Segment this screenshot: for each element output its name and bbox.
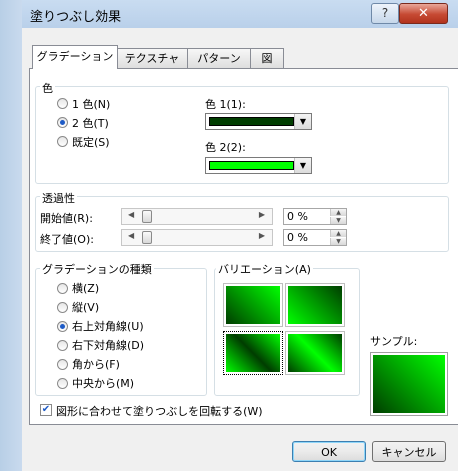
tab-pattern[interactable]: パターン bbox=[187, 48, 251, 68]
tab-texture[interactable]: テクスチャ bbox=[116, 48, 188, 68]
colors-group-label: 色 bbox=[40, 80, 55, 96]
color1-swatch bbox=[209, 117, 294, 126]
radio-from-center-label[interactable]: 中央から(M) bbox=[72, 375, 134, 391]
variation-cell-2[interactable] bbox=[285, 283, 345, 327]
spin-up-icon[interactable]: ▲ bbox=[330, 230, 346, 237]
variation-preview-1 bbox=[226, 286, 280, 324]
chevron-down-icon[interactable]: ▼ bbox=[294, 158, 311, 173]
variation-preview-3 bbox=[226, 334, 280, 372]
color2-dropdown[interactable]: ▼ bbox=[205, 157, 312, 174]
arrow-right-icon[interactable]: ▶ bbox=[259, 231, 265, 240]
start-transparency-slider[interactable]: ◀ ▶ bbox=[121, 208, 273, 225]
variation-cell-1[interactable] bbox=[223, 283, 283, 327]
color1-label: 色 1(1): bbox=[205, 98, 246, 111]
rotate-fill-checkbox[interactable]: ✔ bbox=[40, 404, 52, 416]
radio-two-colors-label[interactable]: 2 色(T) bbox=[72, 115, 109, 131]
color2-label: 色 2(2): bbox=[205, 141, 246, 154]
variation-preview-4 bbox=[288, 334, 342, 372]
chevron-down-icon[interactable]: ▼ bbox=[294, 114, 311, 129]
radio-two-colors[interactable] bbox=[57, 117, 68, 128]
radio-preset-label[interactable]: 既定(S) bbox=[72, 134, 110, 150]
variation-cell-4[interactable] bbox=[285, 331, 345, 375]
help-button[interactable]: ? bbox=[371, 3, 399, 24]
variation-cell-3[interactable] bbox=[223, 331, 283, 375]
cancel-button[interactable]: キャンセル bbox=[372, 441, 446, 462]
rotate-fill-checkbox-label[interactable]: 図形に合わせて塗りつぶしを回転する(W) bbox=[56, 403, 263, 419]
spin-down-icon[interactable]: ▼ bbox=[330, 238, 346, 245]
variations-group-label: バリエーション(A) bbox=[216, 261, 313, 277]
spin-up-icon[interactable]: ▲ bbox=[330, 209, 346, 216]
radio-one-color-label[interactable]: 1 色(N) bbox=[72, 96, 110, 112]
transparency-group-label: 透過性 bbox=[40, 190, 77, 206]
start-transparency-label: 開始値(R): bbox=[40, 212, 93, 225]
tab-picture[interactable]: 図 bbox=[250, 48, 284, 68]
start-transparency-spinner[interactable]: 0 % ▲ ▼ bbox=[283, 208, 347, 225]
end-transparency-spinner[interactable]: 0 % ▲ ▼ bbox=[283, 229, 347, 246]
close-button[interactable]: ✕ bbox=[399, 3, 448, 24]
tab-gradient[interactable]: グラデーション bbox=[32, 45, 118, 69]
radio-vertical-label[interactable]: 縦(V) bbox=[72, 299, 99, 315]
radio-diagonal-up-label[interactable]: 右上対角線(U) bbox=[72, 318, 144, 334]
radio-vertical[interactable] bbox=[57, 302, 68, 313]
radio-diagonal-down[interactable] bbox=[57, 340, 68, 351]
window-left-frame bbox=[0, 0, 22, 471]
color2-swatch bbox=[209, 161, 294, 170]
end-transparency-value[interactable]: 0 % bbox=[287, 231, 308, 244]
radio-from-corner-label[interactable]: 角から(F) bbox=[72, 356, 120, 372]
sample-preview-frame bbox=[370, 352, 448, 416]
slider-thumb[interactable] bbox=[142, 231, 152, 244]
variation-preview-2 bbox=[288, 286, 342, 324]
sample-preview bbox=[373, 355, 445, 413]
slider-thumb[interactable] bbox=[142, 210, 152, 223]
radio-horizontal[interactable] bbox=[57, 283, 68, 294]
arrow-right-icon[interactable]: ▶ bbox=[259, 210, 265, 219]
arrow-left-icon[interactable]: ◀ bbox=[128, 231, 134, 240]
arrow-left-icon[interactable]: ◀ bbox=[128, 210, 134, 219]
dialog-title: 塗りつぶし効果 bbox=[30, 10, 122, 25]
radio-diagonal-down-label[interactable]: 右下対角線(D) bbox=[72, 337, 144, 353]
fill-effects-dialog: 塗りつぶし効果 ? ✕ グラデーション テクスチャ パターン 図 色 1 色(N… bbox=[0, 0, 458, 471]
radio-from-center[interactable] bbox=[57, 378, 68, 389]
end-transparency-slider[interactable]: ◀ ▶ bbox=[121, 229, 273, 246]
radio-preset[interactable] bbox=[57, 136, 68, 147]
radio-horizontal-label[interactable]: 横(Z) bbox=[72, 280, 99, 296]
end-transparency-label: 終了値(O): bbox=[40, 233, 94, 246]
radio-diagonal-up[interactable] bbox=[57, 321, 68, 332]
radio-one-color[interactable] bbox=[57, 98, 68, 109]
sample-label: サンプル: bbox=[370, 335, 418, 348]
radio-from-corner[interactable] bbox=[57, 359, 68, 370]
ok-button[interactable]: OK bbox=[292, 441, 366, 462]
start-transparency-value[interactable]: 0 % bbox=[287, 210, 308, 223]
color1-dropdown[interactable]: ▼ bbox=[205, 113, 312, 130]
spin-down-icon[interactable]: ▼ bbox=[330, 217, 346, 224]
gradient-type-group-label: グラデーションの種類 bbox=[40, 261, 154, 277]
